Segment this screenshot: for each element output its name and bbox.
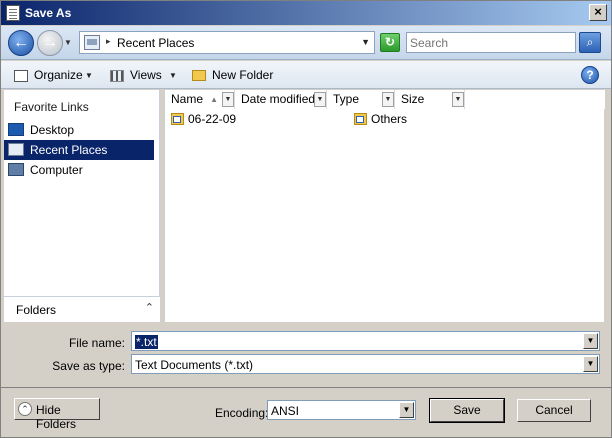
column-header-row: Name ▲ ▼ Date modified ▼ Type ▼ Size ▼ <box>165 90 605 109</box>
search-field[interactable] <box>406 32 576 53</box>
column-date-label: Date modified <box>241 92 316 106</box>
window-title: Save As <box>25 6 72 20</box>
close-button[interactable]: × <box>589 4 607 21</box>
recent-places-icon <box>8 143 24 156</box>
cancel-button[interactable]: Cancel <box>517 399 591 422</box>
encoding-select[interactable]: ANSI ▼ <box>267 400 416 420</box>
help-button[interactable]: ? <box>581 66 599 84</box>
favorite-links-heading: Favorite Links <box>14 100 89 114</box>
new-folder-button[interactable]: New Folder <box>192 67 273 83</box>
chevron-up-icon: ⌃ <box>18 402 32 416</box>
views-dropdown-icon[interactable]: ▼ <box>169 71 177 80</box>
encoding-dropdown-icon[interactable]: ▼ <box>399 402 414 418</box>
nav-item-label: Desktop <box>30 123 75 137</box>
folders-toggle[interactable]: Folders ⌃ <box>4 296 160 322</box>
footer-divider <box>1 387 611 388</box>
forward-button[interactable]: → <box>37 30 63 56</box>
encoding-label: Encoding: <box>215 406 269 420</box>
column-filter-dropdown[interactable]: ▼ <box>314 92 326 107</box>
column-filter-dropdown[interactable]: ▼ <box>452 92 464 107</box>
address-row: ← → ▼ ▸ Recent Places ▼ ↻ ⌕ <box>1 26 611 60</box>
cancel-button-label: Cancel <box>535 403 573 417</box>
save-as-type-value: Text Documents (*.txt) <box>135 358 254 372</box>
column-header-name[interactable]: Name ▲ ▼ <box>165 90 235 109</box>
file-list[interactable]: Name ▲ ▼ Date modified ▼ Type ▼ Size ▼ 0… <box>164 90 605 322</box>
new-folder-label: New Folder <box>212 68 274 82</box>
search-button[interactable]: ⌕ <box>579 32 601 53</box>
save-button[interactable]: Save <box>429 398 505 423</box>
nav-item-computer[interactable]: Computer <box>4 160 154 180</box>
column-header-type[interactable]: Type ▼ <box>327 90 395 109</box>
views-label: Views <box>130 68 162 82</box>
file-name-field[interactable]: *.txt ▼ <box>131 331 600 351</box>
views-icon <box>110 69 124 82</box>
list-item-label: 06-22-09 <box>188 112 237 126</box>
organize-button[interactable]: Organize <box>14 67 83 83</box>
recent-pages-chevron-icon[interactable]: ▼ <box>64 38 72 47</box>
nav-item-label: Recent Places <box>30 143 108 157</box>
navigation-pane: Favorite Links Desktop Recent Places Com… <box>4 90 160 322</box>
address-dropdown-icon[interactable]: ▼ <box>361 37 370 47</box>
column-header-size[interactable]: Size ▼ <box>395 90 465 109</box>
file-name-dropdown-icon[interactable]: ▼ <box>583 333 598 349</box>
folder-shortcut-icon <box>354 113 367 125</box>
column-filter-dropdown[interactable]: ▼ <box>382 92 394 107</box>
organize-icon <box>14 69 28 82</box>
column-name-label: Name <box>171 92 204 106</box>
new-folder-icon <box>192 70 206 82</box>
save-button-label: Save <box>453 403 481 417</box>
encoding-value: ANSI <box>271 404 300 418</box>
recent-places-icon <box>84 35 100 50</box>
organize-dropdown-icon[interactable]: ▼ <box>85 71 93 80</box>
sort-ascending-icon: ▲ <box>210 95 218 104</box>
save-as-type-label: Save as type: <box>52 359 125 373</box>
save-as-type-dropdown-icon[interactable]: ▼ <box>583 356 598 372</box>
computer-icon <box>8 163 24 176</box>
folders-label: Folders <box>16 303 57 317</box>
hide-folders-label: Hide Folders <box>36 403 77 431</box>
breadcrumb-recent-places[interactable]: Recent Places <box>117 36 194 50</box>
list-item[interactable]: 06-22-09 <box>168 110 288 128</box>
refresh-button[interactable]: ↻ <box>380 33 400 52</box>
column-header-date-modified[interactable]: Date modified ▼ <box>235 90 327 109</box>
column-size-label: Size <box>401 92 425 106</box>
organize-label: Organize <box>34 68 83 82</box>
file-name-label: File name: <box>68 336 125 350</box>
title-bar[interactable]: Save As × <box>1 1 611 25</box>
command-toolbar: Organize ▼ Views ▼ New Folder ? <box>1 61 611 89</box>
list-item[interactable]: Others <box>351 110 471 128</box>
views-button[interactable]: Views <box>110 67 162 83</box>
breadcrumb-separator-icon[interactable]: ▸ <box>106 36 111 47</box>
save-as-type-select[interactable]: Text Documents (*.txt) ▼ <box>131 354 600 374</box>
nav-item-recent-places[interactable]: Recent Places <box>4 140 154 160</box>
desktop-icon <box>8 123 24 136</box>
file-name-input[interactable]: *.txt <box>135 335 158 349</box>
address-bar[interactable]: ▸ Recent Places ▼ <box>79 31 375 54</box>
nav-item-desktop[interactable]: Desktop <box>4 120 154 140</box>
back-button[interactable]: ← <box>8 30 34 56</box>
chevron-up-icon: ⌃ <box>144 302 154 314</box>
notepad-icon <box>6 5 20 21</box>
save-as-dialog: Save As × ← → ▼ ▸ Recent Places ▼ ↻ ⌕ Or… <box>0 0 612 438</box>
nav-item-label: Computer <box>30 163 83 177</box>
list-item-label: Others <box>371 112 408 126</box>
folder-shortcut-icon <box>171 113 184 125</box>
column-filter-dropdown[interactable]: ▼ <box>222 92 234 107</box>
hide-folders-button[interactable]: ⌃ Hide Folders <box>14 398 100 431</box>
search-input[interactable] <box>410 36 572 50</box>
column-type-label: Type <box>333 92 360 106</box>
